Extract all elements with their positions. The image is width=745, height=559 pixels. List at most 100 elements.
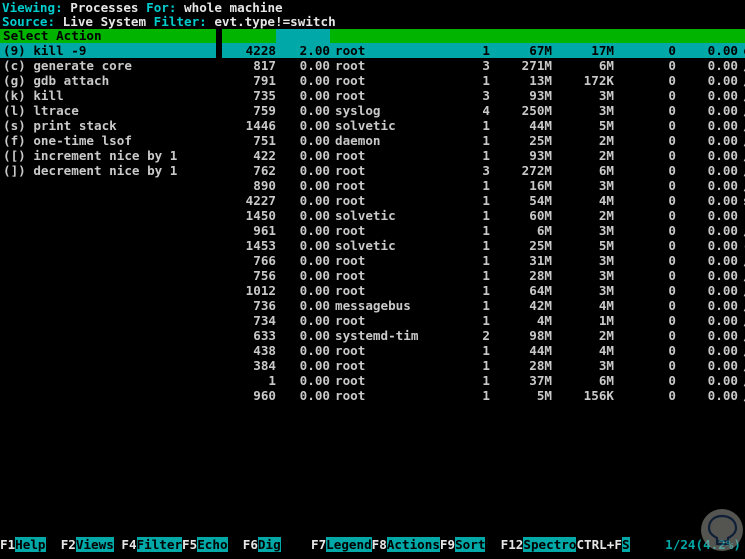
cell-virt: 93M: [529, 88, 552, 103]
viewing-line: Viewing: Processes For: whole machine: [2, 0, 283, 15]
fkey-label[interactable]: S: [621, 537, 630, 552]
table-row[interactable]: 735 0.00 root 3 93M 3M 0 0.00/usr: [222, 88, 745, 103]
action-item-label: generate core: [25, 58, 132, 73]
table-row[interactable]: 766 0.00 root 1 31M 3M 0 0.00/usr: [222, 253, 745, 268]
cell-virt: 37M: [529, 373, 552, 388]
action-item[interactable]: (f) one-time lsof: [0, 133, 216, 148]
cell-file: 0: [668, 358, 676, 373]
table-row[interactable]: 817 0.00 root 3 271M 6M 0 0.00/usr: [222, 58, 745, 73]
cell-user: solvetic: [335, 118, 396, 133]
cell-res: 3M: [598, 103, 614, 118]
cell-file: 0: [668, 388, 676, 403]
cell-comm: /sbi: [738, 148, 745, 163]
cell-net: 0.00: [707, 133, 738, 148]
table-row[interactable]: 633 0.00 systemd-tim 2 98M 2M 0 0.00/lib: [222, 328, 745, 343]
cell-net: 0.00: [707, 328, 738, 343]
cell-virt: 5M: [536, 388, 552, 403]
cell-comm: /usr: [738, 58, 745, 73]
cell-net: 0.00: [707, 178, 738, 193]
action-item-label: increment nice by 1: [25, 148, 178, 163]
cell-th: 1: [482, 178, 490, 193]
cell-th: 1: [482, 373, 490, 388]
action-item[interactable]: (c) generate core: [0, 58, 216, 73]
fkey-label[interactable]: Legend: [326, 537, 372, 552]
table-row[interactable]: 791 0.00 root 1 13M 172K 0 0.00/sbi: [222, 73, 745, 88]
action-item-label: gdb attach: [25, 73, 110, 88]
fkey-label[interactable]: Dig: [257, 537, 281, 552]
cell-th: 1: [482, 388, 490, 403]
cell-user: root: [335, 88, 366, 103]
cell-user: root: [335, 358, 366, 373]
table-row[interactable]: 759 0.00 syslog 4 250M 3M 0 0.00/usr: [222, 103, 745, 118]
action-item[interactable]: (s) print stack: [0, 118, 216, 133]
cell-file: 0: [668, 73, 676, 88]
cell-cpu: 2.00: [299, 43, 330, 58]
action-item[interactable]: (]) decrement nice by 1: [0, 163, 216, 178]
table-row[interactable]: 751 0.00 daemon 1 25M 2M 0 0.00/usr: [222, 133, 745, 148]
fkey-label[interactable]: Filter: [136, 537, 183, 552]
table-row[interactable]: 14500.00solvetic160M2M00.00(sd-: [222, 208, 745, 223]
cell-user: root: [335, 148, 366, 163]
cell-th: 1: [482, 358, 490, 373]
table-row[interactable]: 422 0.00 root 1 93M 2M 0 0.00/sbi: [222, 148, 745, 163]
cell-th: 1: [482, 238, 490, 253]
cell-user: root: [335, 178, 366, 193]
cell-file: 0: [668, 208, 676, 223]
fkey-code: F9: [439, 537, 456, 552]
cell-virt: 64M: [529, 283, 552, 298]
fkey-label[interactable]: Echo: [197, 537, 228, 552]
fkey-label[interactable]: Views: [75, 537, 114, 552]
cell-net: 0.00: [707, 88, 738, 103]
table-row[interactable]: 384 0.00 root 1 28M 3M 0 0.00/lib: [222, 358, 745, 373]
table-row[interactable]: 736 0.00 messagebus 1 42M 4M 0 0.00/usr: [222, 298, 745, 313]
terminal-screen: Viewing: Processes For: whole machine So…: [0, 0, 745, 559]
fkey-label[interactable]: Actions: [386, 537, 440, 552]
process-table: PIDCPUUSERTHVIRTRESFILENETComm 4228 2.00 r…: [222, 29, 745, 403]
cell-user: root: [335, 268, 366, 283]
cell-th: 1: [482, 133, 490, 148]
viewing-label: Viewing:: [2, 0, 63, 15]
table-row[interactable]: 1012 0.00 root 1 64M 3M 0 0.00/bin: [222, 283, 745, 298]
cell-user: root: [335, 388, 366, 403]
table-row[interactable]: 756 0.00 root 1 28M 3M 0 0.00/lib: [222, 268, 745, 283]
cell-pid: 1450: [245, 208, 276, 223]
table-row[interactable]: 890 0.00 root 1 16M 3M 0 0.00/sbi: [222, 178, 745, 193]
cell-pid: 633: [253, 328, 276, 343]
table-row[interactable]: 961 0.00 root 1 6M 3M 0 0.00/sbi: [222, 223, 745, 238]
cell-comm: /bin: [738, 283, 745, 298]
cell-comm: /usr: [738, 253, 745, 268]
table-row[interactable]: 42270.00root154M4M00.00sudo: [222, 193, 745, 208]
cell-res: 4M: [598, 193, 614, 208]
table-row[interactable]: 1 0.00 root 1 37M 6M 0 0.00/sbi: [222, 373, 745, 388]
cell-res: 156K: [583, 388, 614, 403]
cell-file: 0: [668, 328, 676, 343]
cell-comm: /lib: [738, 358, 745, 373]
table-row[interactable]: 438 0.00 root 1 44M 4M 0 0.00/lib: [222, 343, 745, 358]
cell-virt: 250M: [521, 103, 552, 118]
cell-virt: 98M: [529, 328, 552, 343]
cell-res: 3M: [598, 178, 614, 193]
action-item-key: (s): [3, 118, 26, 133]
table-row[interactable]: 960 0.00 root 1 5M 156K 0 0.00/sbi: [222, 388, 745, 403]
action-item-key: (]): [3, 163, 26, 178]
action-item[interactable]: (g) gdb attach: [0, 73, 216, 88]
cell-res: 172K: [583, 73, 614, 88]
action-item[interactable]: ([) increment nice by 1: [0, 148, 216, 163]
fkey-label[interactable]: Spectro: [523, 537, 577, 552]
action-item[interactable]: (l) ltrace: [0, 103, 216, 118]
cell-virt: 6M: [536, 223, 552, 238]
cell-res: 2M: [598, 148, 614, 163]
fkey-label[interactable]: Sort: [455, 537, 486, 552]
cell-comm: /sbi: [738, 73, 745, 88]
table-row[interactable]: 734 0.00 root 1 4M 1M 0 0.00/usr: [222, 313, 745, 328]
action-item[interactable]: (k) kill: [0, 88, 216, 103]
table-row[interactable]: 4228 2.00 root 1 67M 17M 0 0.00csys: [222, 43, 745, 58]
table-row[interactable]: 762 0.00 root 3 272M 6M 0 0.00/usr: [222, 163, 745, 178]
cell-file: 0: [668, 133, 676, 148]
table-row[interactable]: 1446 0.00 solvetic 1 44M 5M 0 0.00/lib: [222, 118, 745, 133]
panel-title: Select Action: [0, 29, 216, 43]
action-item[interactable]: (9) kill -9: [0, 43, 216, 58]
table-row[interactable]: 14530.00solvetic125M5M00.00-bas: [222, 238, 745, 253]
cell-res: 6M: [598, 373, 614, 388]
fkey-label[interactable]: Help: [15, 537, 46, 552]
